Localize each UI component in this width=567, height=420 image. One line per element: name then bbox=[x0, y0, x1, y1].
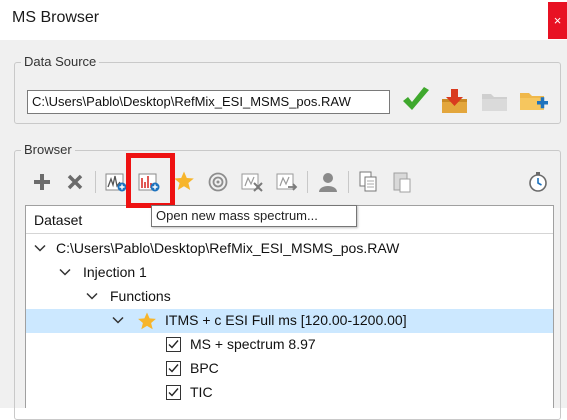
add-icon[interactable] bbox=[32, 172, 52, 192]
tree-label: Injection 1 bbox=[83, 264, 147, 280]
toolbar-separator bbox=[348, 171, 349, 193]
data-source-legend: Data Source bbox=[21, 54, 100, 69]
tree-row-injection[interactable]: Injection 1 bbox=[26, 261, 553, 285]
tree-label: Functions bbox=[110, 288, 171, 304]
tree-label: TIC bbox=[190, 384, 213, 400]
confirm-checkmark-icon[interactable] bbox=[400, 85, 432, 115]
export-spectrum-icon[interactable] bbox=[275, 171, 299, 193]
toolbar-separator bbox=[95, 171, 96, 193]
checkbox[interactable] bbox=[166, 361, 181, 376]
close-button[interactable]: × bbox=[548, 2, 567, 39]
title-bar: MS Browser × bbox=[0, 0, 567, 40]
window-title: MS Browser bbox=[12, 9, 100, 26]
target-icon[interactable] bbox=[207, 171, 229, 193]
import-download-icon[interactable] bbox=[440, 87, 470, 115]
check-icon bbox=[168, 364, 179, 373]
tree-row-tic[interactable]: TIC bbox=[26, 381, 553, 405]
data-source-path-input[interactable]: C:\Users\Pablo\Desktop\RefMix_ESI_MSMS_p… bbox=[27, 90, 390, 114]
tooltip: Open new mass spectrum... bbox=[151, 205, 357, 227]
browser-legend: Browser bbox=[21, 142, 75, 157]
tree-label: C:\Users\Pablo\Desktop\RefMix_ESI_MSMS_p… bbox=[56, 240, 400, 256]
highlight-annotation bbox=[126, 153, 175, 208]
chevron-down-icon[interactable] bbox=[34, 244, 46, 253]
tree-label: BPC bbox=[190, 360, 219, 376]
tree-label: MS + spectrum 8.97 bbox=[190, 336, 316, 352]
favorite-star-icon[interactable] bbox=[173, 170, 195, 192]
paste-icon[interactable] bbox=[391, 170, 413, 194]
tree-row-spectrum[interactable]: MS + spectrum 8.97 bbox=[26, 333, 553, 357]
chevron-down-icon[interactable] bbox=[86, 292, 98, 301]
chevron-down-icon[interactable] bbox=[112, 316, 124, 325]
chevron-down-icon[interactable] bbox=[59, 268, 71, 277]
dataset-column-label: Dataset bbox=[34, 212, 83, 228]
toolbar-separator bbox=[307, 171, 308, 193]
tree-row-file[interactable]: C:\Users\Pablo\Desktop\RefMix_ESI_MSMS_p… bbox=[26, 237, 553, 261]
checkbox[interactable] bbox=[166, 385, 181, 400]
star-icon bbox=[138, 312, 156, 330]
checkbox[interactable] bbox=[166, 337, 181, 352]
copy-icon[interactable] bbox=[357, 170, 379, 194]
add-folder-icon[interactable] bbox=[518, 86, 550, 116]
remove-icon[interactable] bbox=[66, 173, 84, 191]
users-icon[interactable] bbox=[316, 170, 340, 194]
spectrum-add-icon[interactable] bbox=[105, 171, 127, 193]
check-icon bbox=[168, 388, 179, 397]
tree-label: ITMS + c ESI Full ms [120.00-1200.00] bbox=[165, 312, 407, 328]
timer-icon[interactable] bbox=[526, 170, 550, 194]
tree-row-bpc[interactable]: BPC bbox=[26, 357, 553, 381]
dataset-tree[interactable]: Dataset C:\Users\Pablo\Desktop\RefMix_ES… bbox=[25, 205, 554, 408]
remove-spectrum-icon[interactable] bbox=[240, 171, 264, 193]
tree-row-function-itms[interactable]: ITMS + c ESI Full ms [120.00-1200.00] bbox=[26, 309, 553, 333]
open-folder-icon[interactable] bbox=[480, 88, 510, 114]
tree-row-functions[interactable]: Functions bbox=[26, 285, 553, 309]
check-icon bbox=[168, 340, 179, 349]
